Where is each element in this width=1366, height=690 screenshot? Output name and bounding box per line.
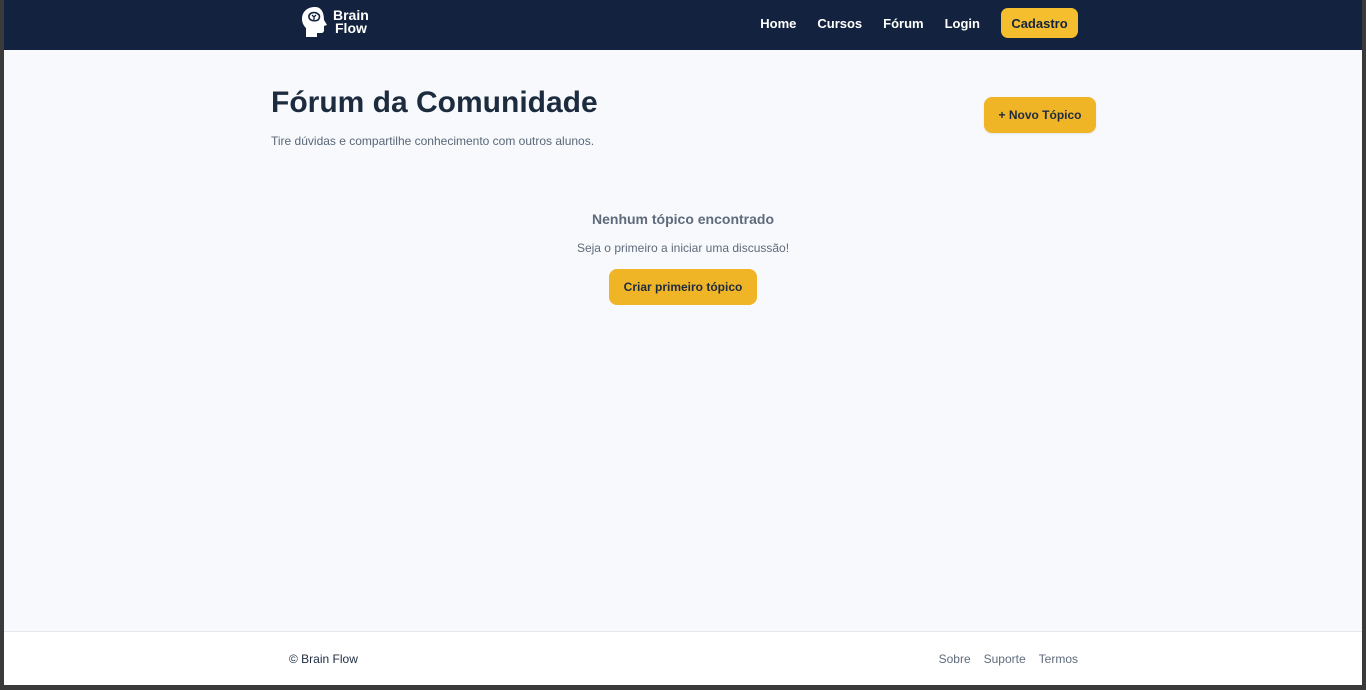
browser-viewport: Brain Flow Home Cursos Fórum Login Cadas… <box>4 0 1362 685</box>
signup-button[interactable]: Cadastro <box>1001 8 1078 38</box>
brain-head-icon <box>302 7 327 37</box>
page-title: Fórum da Comunidade <box>271 86 598 119</box>
empty-state-text: Seja o primeiro a iniciar uma discussão! <box>576 241 790 255</box>
nav-link-forum[interactable]: Fórum <box>883 16 923 31</box>
brand-name: Brain Flow <box>333 8 369 36</box>
new-topic-button[interactable]: + Novo Tópico <box>984 97 1096 133</box>
main-nav: Home Cursos Fórum Login Cadastro <box>760 8 1078 38</box>
create-first-topic-button[interactable]: Criar primeiro tópico <box>609 269 757 305</box>
page-footer: © Brain Flow Sobre Suporte Termos <box>4 631 1362 685</box>
nav-link-login[interactable]: Login <box>945 16 980 31</box>
top-navbar: Brain Flow Home Cursos Fórum Login Cadas… <box>4 0 1362 50</box>
empty-state-title: Nenhum tópico encontrado <box>592 211 774 227</box>
footer-copyright: © Brain Flow <box>289 652 358 666</box>
footer-links: Sobre Suporte Termos <box>926 652 1078 666</box>
page-subtitle: Tire dúvidas e compartilhe conhecimento … <box>271 134 595 148</box>
brand-logo[interactable]: Brain Flow <box>301 5 369 39</box>
footer-link-termos[interactable]: Termos <box>1039 652 1078 666</box>
footer-link-sobre[interactable]: Sobre <box>939 652 971 666</box>
brand-line2: Flow <box>335 20 367 36</box>
nav-link-cursos[interactable]: Cursos <box>817 16 862 31</box>
footer-link-suporte[interactable]: Suporte <box>984 652 1026 666</box>
empty-state: Nenhum tópico encontrado Seja o primeiro… <box>4 211 1362 305</box>
nav-link-home[interactable]: Home <box>760 16 796 31</box>
